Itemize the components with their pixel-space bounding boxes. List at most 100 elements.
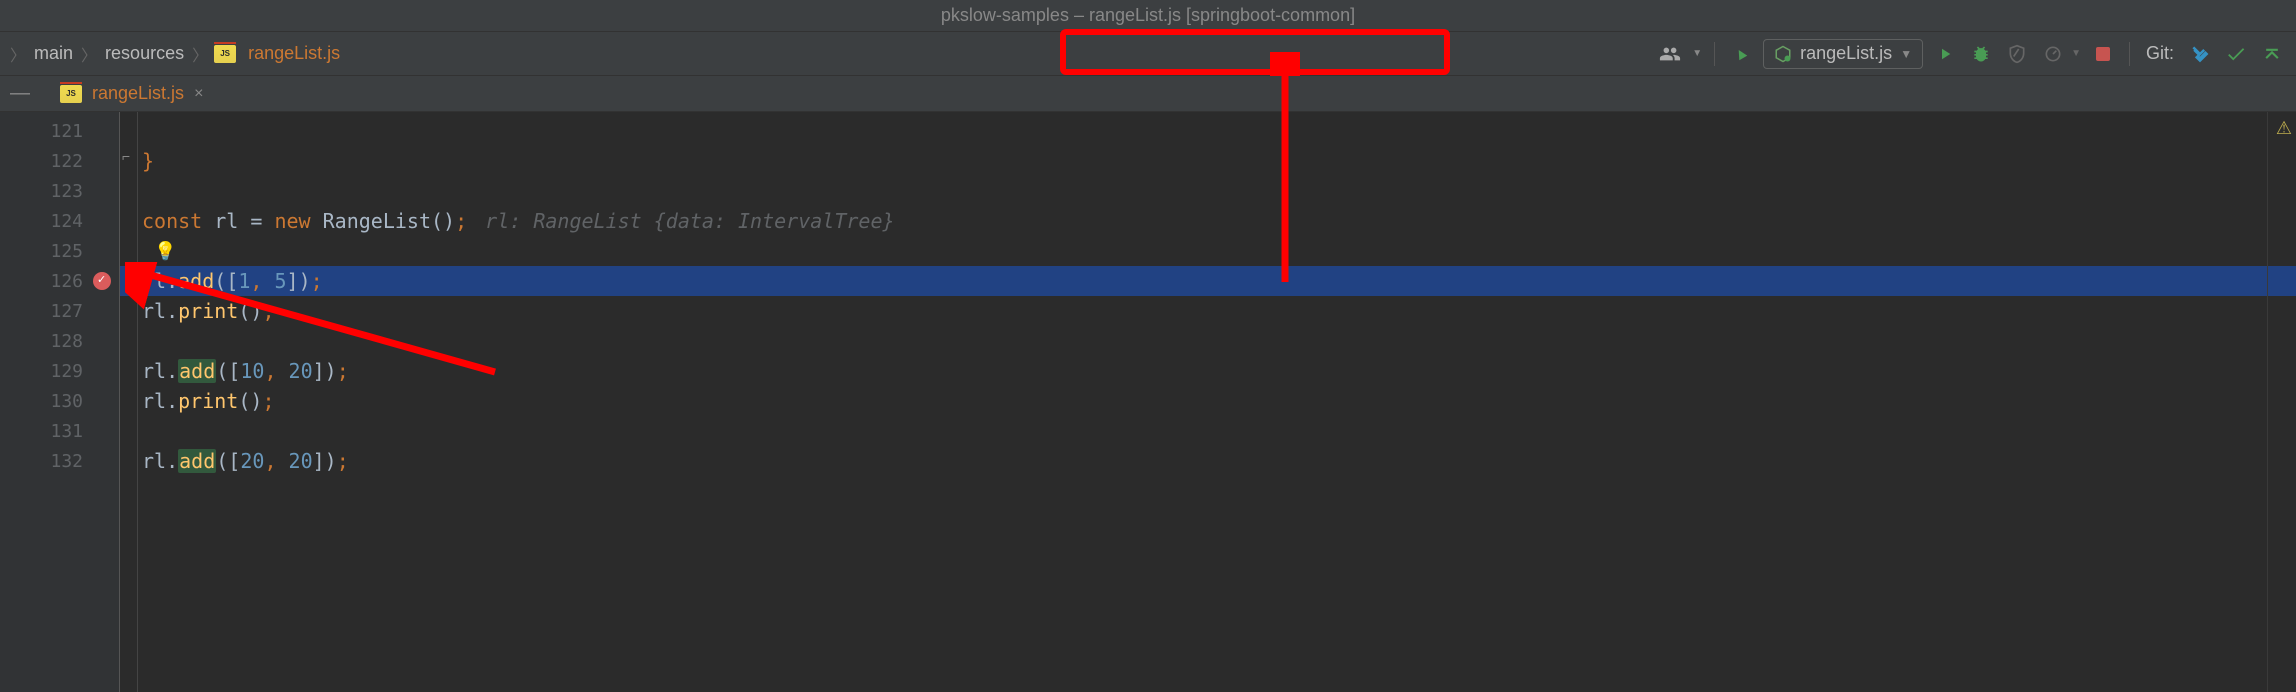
intention-bulb-icon[interactable]: 💡 bbox=[154, 241, 176, 262]
line-number: 128 bbox=[50, 331, 83, 352]
line-number: 124 bbox=[50, 211, 83, 232]
token: add bbox=[178, 359, 216, 383]
breadcrumb-main[interactable]: main bbox=[32, 43, 75, 64]
chevron-right-icon: 〉 bbox=[192, 42, 208, 66]
code-line[interactable]: rl.add([20, 20]); bbox=[142, 446, 2296, 476]
gutter-row[interactable]: 125 bbox=[0, 236, 119, 266]
gutter[interactable]: 121 122 123 124 125 126 127 128 129 130131 132 bbox=[0, 112, 120, 692]
gutter-row[interactable]: 131 bbox=[0, 416, 119, 446]
chevron-down-icon[interactable]: ▼ bbox=[2071, 48, 2081, 59]
code-line[interactable]: 💡 bbox=[142, 236, 2296, 266]
dropdown-chevron-icon[interactable]: ▼ bbox=[1692, 48, 1702, 59]
line-number: 122 bbox=[50, 151, 83, 172]
token: ; bbox=[311, 269, 323, 293]
token: const bbox=[142, 209, 214, 233]
gutter-row[interactable]: 126 bbox=[0, 266, 119, 296]
gutter-row[interactable]: 124 bbox=[0, 206, 119, 236]
chevron-right-icon: 〉 bbox=[81, 42, 97, 66]
warning-icon[interactable]: ⚠ bbox=[2276, 118, 2292, 139]
code-line[interactable]: } bbox=[142, 146, 2296, 176]
gutter-row[interactable]: 127 bbox=[0, 296, 119, 326]
inline-hint: rl: RangeList {data: IntervalTree} bbox=[485, 209, 894, 233]
gutter-row[interactable]: 123 bbox=[0, 176, 119, 206]
token: ([ bbox=[216, 449, 240, 473]
separator bbox=[2129, 42, 2130, 66]
code-line[interactable]: rl.print(); bbox=[142, 296, 2296, 326]
js-file-icon: JS bbox=[214, 45, 236, 63]
token: = bbox=[250, 209, 274, 233]
gutter-row[interactable]: 122 bbox=[0, 146, 119, 176]
run-button[interactable] bbox=[1931, 40, 1959, 68]
close-icon[interactable]: × bbox=[194, 85, 203, 103]
editor[interactable]: 121122123124125126127128129130131132 ⌐ }… bbox=[0, 112, 2296, 692]
breadcrumb-resources[interactable]: resources bbox=[103, 43, 186, 64]
file-tab[interactable]: JS rangeList.js × bbox=[50, 77, 213, 110]
hide-tool-window-icon[interactable]: — bbox=[10, 82, 30, 105]
line-number: 121 bbox=[50, 121, 83, 142]
git-update-button[interactable] bbox=[2186, 40, 2214, 68]
token: ]) bbox=[287, 269, 311, 293]
code-line[interactable] bbox=[142, 176, 2296, 206]
token: ; bbox=[262, 299, 274, 323]
token: () bbox=[431, 209, 455, 233]
file-tab-name: rangeList.js bbox=[92, 83, 184, 104]
token: rl. bbox=[142, 299, 178, 323]
token: add bbox=[178, 449, 216, 473]
token: rl. bbox=[142, 359, 178, 383]
token: 10 bbox=[240, 359, 264, 383]
token: () bbox=[238, 299, 262, 323]
build-button[interactable] bbox=[1727, 40, 1755, 68]
token: ([ bbox=[216, 359, 240, 383]
token: ; bbox=[337, 449, 349, 473]
token: , bbox=[250, 269, 274, 293]
git-push-button[interactable] bbox=[2258, 40, 2286, 68]
line-number: 132 bbox=[50, 451, 83, 472]
window-title: pkslow-samples – rangeList.js [springboo… bbox=[941, 5, 1355, 26]
coverage-button[interactable] bbox=[2003, 40, 2031, 68]
separator bbox=[1714, 42, 1715, 66]
run-configuration-selector[interactable]: rangeList.js ▼ bbox=[1763, 39, 1923, 69]
gutter-row[interactable]: 132 bbox=[0, 446, 119, 476]
gutter-row[interactable]: 121 bbox=[0, 116, 119, 146]
nodejs-icon bbox=[1774, 45, 1792, 63]
token: ]) bbox=[313, 449, 337, 473]
window-title-bar: pkslow-samples – rangeList.js [springboo… bbox=[0, 0, 2296, 32]
token: RangeList bbox=[323, 209, 431, 233]
breakpoint-icon[interactable] bbox=[93, 272, 111, 290]
code-line[interactable] bbox=[142, 416, 2296, 446]
profile-button[interactable] bbox=[2039, 40, 2067, 68]
git-commit-button[interactable] bbox=[2222, 40, 2250, 68]
code-line[interactable] bbox=[142, 326, 2296, 356]
annotation-red-box bbox=[1060, 29, 1450, 75]
toolbar-right: ▼ rangeList.js ▼ ▼ Git: bbox=[1656, 39, 2286, 69]
gutter-row[interactable]: 128 bbox=[0, 326, 119, 356]
run-config-name: rangeList.js bbox=[1800, 43, 1892, 64]
gutter-row[interactable]: 130 bbox=[0, 386, 119, 416]
line-number: 125 bbox=[50, 241, 83, 262]
code-line[interactable]: rl.add([1, 5]); bbox=[120, 266, 2296, 296]
stop-icon bbox=[2096, 47, 2110, 61]
debug-button[interactable] bbox=[1967, 40, 1995, 68]
line-number: 129 bbox=[50, 361, 83, 382]
line-number: 127 bbox=[50, 301, 83, 322]
token: 1 bbox=[238, 269, 250, 293]
token: add bbox=[178, 269, 214, 293]
token: ([ bbox=[214, 269, 238, 293]
token: , bbox=[264, 449, 288, 473]
code-with-me-button[interactable] bbox=[1656, 40, 1684, 68]
token: 20 bbox=[289, 359, 313, 383]
code-line[interactable]: rl.add([10, 20]); bbox=[142, 356, 2296, 386]
code-line[interactable]: const rl = new RangeList();rl: RangeList… bbox=[142, 206, 2296, 236]
code-line[interactable]: rl.print(); bbox=[142, 386, 2296, 416]
stop-button[interactable] bbox=[2089, 40, 2117, 68]
code-line[interactable] bbox=[142, 116, 2296, 146]
right-margin-guide bbox=[2267, 112, 2268, 692]
code-content[interactable]: } const rl = new RangeList();rl: RangeLis… bbox=[120, 112, 2296, 692]
editor-tab-bar: — JS rangeList.js × bbox=[0, 76, 2296, 112]
token: rl. bbox=[142, 269, 178, 293]
breadcrumb-file[interactable]: rangeList.js bbox=[246, 43, 342, 64]
token: rl bbox=[214, 209, 250, 233]
gutter-row[interactable]: 129 bbox=[0, 356, 119, 386]
navigation-bar: 〉 main 〉 resources 〉 JS rangeList.js ▼ r… bbox=[0, 32, 2296, 76]
token: } bbox=[142, 149, 154, 173]
